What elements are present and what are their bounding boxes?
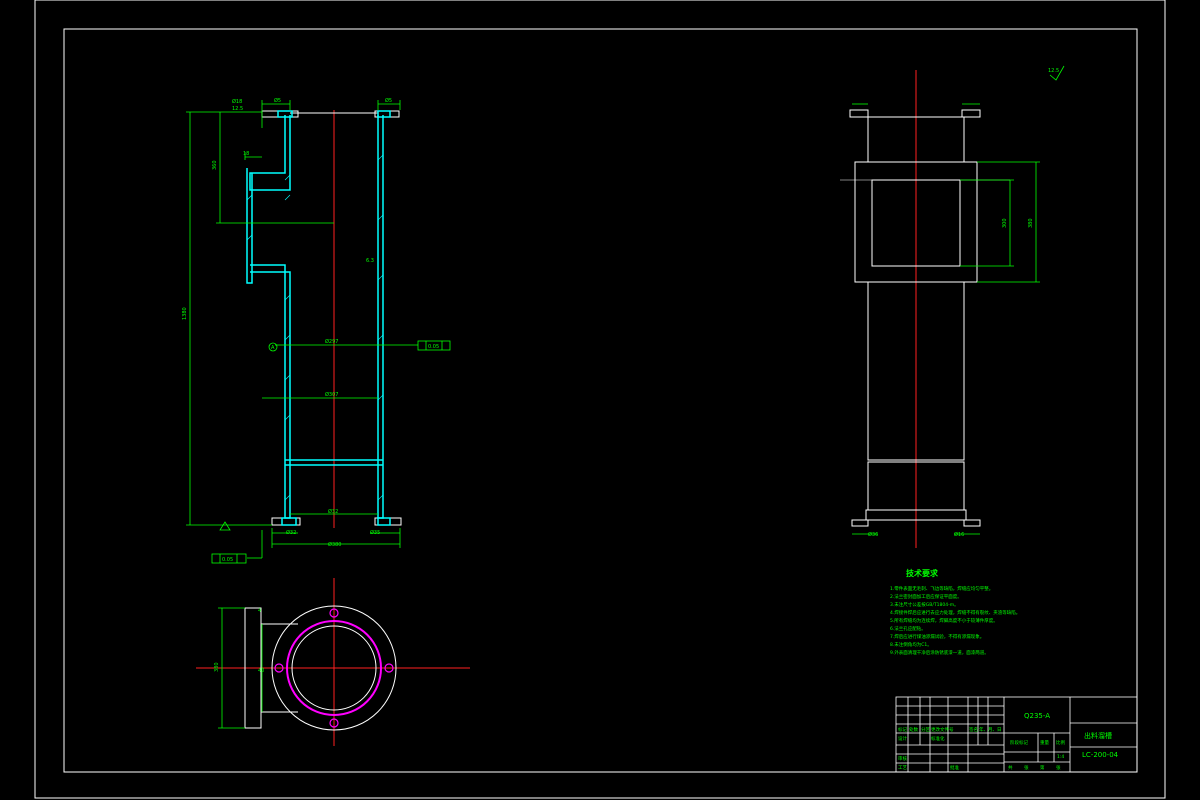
front-top-right-bolt-dim: Ø5 [385, 97, 392, 104]
tb-drawing-number: LC-200-04 [1082, 751, 1119, 759]
side-outlet-inner-dim: 300 [1002, 218, 1008, 228]
side-outlet-outer-dim: 380 [1028, 218, 1034, 228]
side-surface-finish: 12.5 [1048, 68, 1059, 74]
tb-material: Q235-A [1024, 712, 1050, 720]
tb-sheet-3: 第 [1040, 764, 1045, 771]
side-bottom-right-dim: Ø16 [954, 531, 964, 538]
cad-drawing: Ø18 Ø5 Ø5 1380 360 18 Ø297 Ø307 Ø32 Ø380… [34, 0, 1166, 799]
note-item: 2.法兰密封面加工后应保证平面度。 [890, 593, 962, 600]
note-item: 4.焊接件焊后应进行去应力处理，焊缝不得有裂纹、夹渣等缺陷。 [890, 609, 1020, 616]
tb-sheet-1: 共 [1008, 764, 1013, 771]
front-top-left-flange-dim: Ø18 [232, 98, 242, 105]
tb-process-label: 工艺 [898, 765, 907, 771]
front-bottom-flange-inner: Ø32 [328, 508, 338, 515]
tb-zone-label: 分区 [921, 726, 930, 733]
front-surface-finish: 12.5 [232, 106, 243, 112]
tb-approve-label: 批准 [950, 764, 959, 771]
bottom-bolt-dim: 4 [258, 608, 261, 614]
front-bottom-flange-outer: Ø380 [328, 541, 341, 548]
tb-design-label: 设计 [898, 735, 907, 742]
datum-a-marker: A [268, 342, 278, 352]
bottom-offset-dim: 40 [258, 668, 264, 674]
note-item: 9.外表面清理干净后涂防锈底漆一道，面漆两道。 [890, 649, 989, 656]
tb-stage-label: 阶段标记 [1010, 739, 1028, 746]
notes-title: 技术要求 [906, 568, 939, 578]
front-top-left-bolt-dim: Ø5 [274, 97, 281, 104]
tolerance-value-right: 0.05 [428, 344, 439, 350]
tb-sign-label: 签名 [969, 726, 978, 733]
note-item: 6.法兰孔应配钻。 [890, 625, 926, 632]
svg-text:A: A [271, 345, 275, 351]
bottom-width-dim: 380 [214, 662, 220, 672]
note-item: 7.焊后应进行煤油渗漏试验，不得有渗漏现象。 [890, 633, 984, 640]
front-outlet-height-dim: 360 [212, 160, 218, 170]
tb-sheet-2: 张 [1024, 764, 1029, 771]
title-block: 标记 处数 分区 更改文件号 签名 年、月、日 设计 标准化 审核 工艺 批准 … [895, 696, 1138, 773]
tb-change-label: 更改文件号 [931, 726, 954, 733]
front-inner-diameter-lower: Ø307 [325, 391, 338, 398]
tb-scale-value: 1:4 [1057, 754, 1064, 760]
front-bottom-bolt-right: Ø35 [370, 529, 380, 536]
tb-mark-label: 标记 [898, 726, 907, 733]
tb-count-label: 处数 [909, 726, 918, 733]
tb-weight-label: 重量 [1040, 739, 1049, 746]
front-overall-height-dim: 1380 [182, 307, 188, 320]
tb-date-label: 年、月、日 [979, 726, 1002, 733]
side-view: 300 380 Ø36 Ø16 12.5 [840, 65, 1065, 548]
technical-notes: 技术要求 1.零件表面无毛刺、飞边等缺陷，焊缝应均匀平整。2.法兰密封面加工后应… [890, 568, 1020, 656]
note-item: 8.未注倒角均为C1。 [890, 641, 932, 648]
side-bottom-left-dim: Ø36 [868, 531, 878, 538]
front-outlet-offset-dim: 18 [243, 151, 249, 157]
note-item: 3.未注尺寸公差按GB/T1804-m。 [890, 601, 959, 608]
front-roughness-mark: 6.3 [366, 258, 374, 264]
sheet-border [34, 0, 1166, 799]
bottom-view: 380 40 4 [196, 578, 470, 746]
tb-standard-label: 标准化 [931, 735, 945, 742]
roughness-symbol [219, 521, 231, 531]
front-bottom-bolt-left: Ø32 [286, 529, 296, 536]
tb-review-label: 审核 [898, 755, 907, 762]
tb-sheet-4: 张 [1056, 764, 1061, 771]
tb-part-name: 出料溜槽 [1084, 731, 1112, 740]
note-item: 1.零件表面无毛刺、飞边等缺陷，焊缝应均匀平整。 [890, 585, 993, 592]
note-item: 5.所有焊缝均为连续焊，焊脚高度不小于较薄件厚度。 [890, 617, 998, 624]
front-inner-diameter-upper: Ø297 [325, 338, 338, 345]
tolerance-value-left: 0.05 [222, 557, 233, 563]
tb-scale-label: 比例 [1056, 739, 1065, 746]
front-view: Ø18 Ø5 Ø5 1380 360 18 Ø297 Ø307 Ø32 Ø380… [182, 97, 451, 564]
